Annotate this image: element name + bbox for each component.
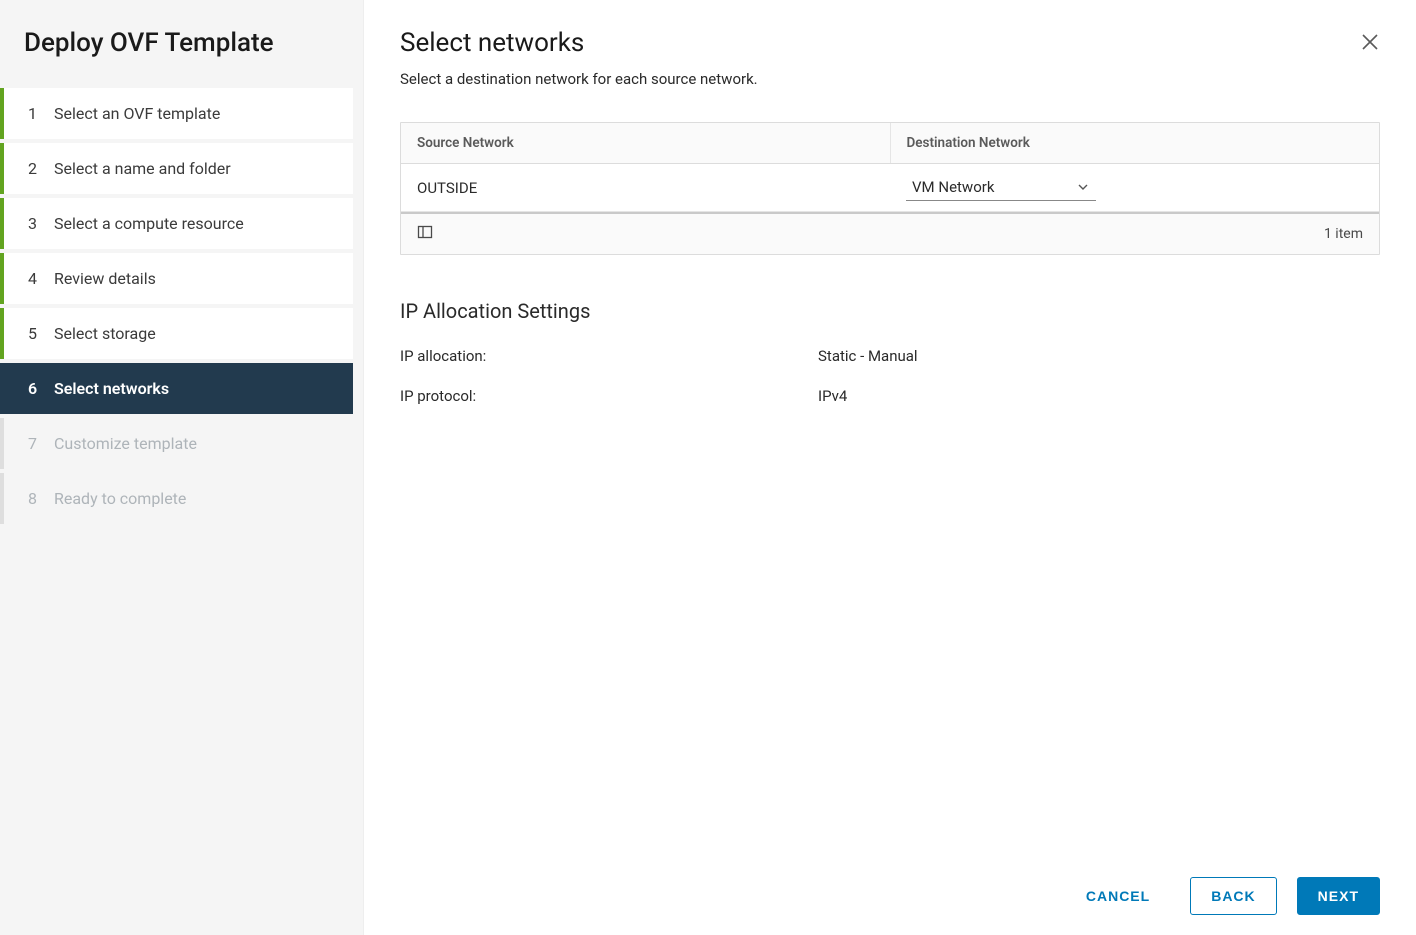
next-button[interactable]: NEXT — [1297, 877, 1380, 915]
cancel-button[interactable]: CANCEL — [1066, 878, 1170, 914]
step-label: Select networks — [54, 379, 169, 398]
step-label: Ready to complete — [54, 489, 186, 508]
destination-network-dropdown[interactable]: VM Network — [906, 174, 1096, 201]
step-label: Select storage — [54, 324, 156, 343]
ip-allocation-value: Static - Manual — [818, 347, 1380, 365]
step-number: 1 — [28, 104, 42, 123]
table-footer: 1 item — [401, 212, 1379, 254]
columns-icon — [417, 225, 433, 244]
step-select-name-folder[interactable]: 2 Select a name and folder — [0, 143, 353, 194]
col-header-source[interactable]: Source Network — [401, 123, 891, 163]
step-number: 6 — [28, 379, 42, 398]
step-number: 3 — [28, 214, 42, 233]
table-header-row: Source Network Destination Network — [401, 123, 1379, 164]
step-customize-template: 7 Customize template — [0, 418, 353, 469]
step-select-compute-resource[interactable]: 3 Select a compute resource — [0, 198, 353, 249]
chevron-down-icon — [1076, 180, 1090, 194]
ip-protocol-row: IP protocol: IPv4 — [400, 387, 1380, 405]
ip-allocation-row: IP allocation: Static - Manual — [400, 347, 1380, 365]
step-number: 8 — [28, 489, 42, 508]
step-label: Select an OVF template — [54, 104, 220, 123]
close-button[interactable] — [1360, 32, 1380, 56]
wizard-content: Select networks Select a destination net… — [364, 0, 1416, 935]
step-label: Review details — [54, 269, 156, 288]
back-button[interactable]: BACK — [1190, 877, 1276, 915]
step-number: 5 — [28, 324, 42, 343]
table-row: OUTSIDE VM Network — [401, 164, 1379, 212]
page-subtitle: Select a destination network for each so… — [400, 70, 1380, 88]
column-picker-button[interactable] — [417, 224, 433, 244]
step-review-details[interactable]: 4 Review details — [0, 253, 353, 304]
step-select-storage[interactable]: 5 Select storage — [0, 308, 353, 359]
step-number: 4 — [28, 269, 42, 288]
page-title: Select networks — [400, 28, 1380, 58]
dropdown-selected-value: VM Network — [912, 178, 994, 196]
ip-allocation-label: IP allocation: — [400, 347, 818, 365]
step-ready-to-complete: 8 Ready to complete — [0, 473, 353, 524]
col-header-destination[interactable]: Destination Network — [891, 123, 1380, 163]
step-label: Select a name and folder — [54, 159, 231, 178]
ip-protocol-value: IPv4 — [818, 387, 1380, 405]
wizard-footer: CANCEL BACK NEXT — [400, 857, 1380, 915]
step-select-networks[interactable]: 6 Select networks — [0, 363, 353, 414]
step-number: 7 — [28, 434, 42, 453]
sidebar-title: Deploy OVF Template — [0, 0, 363, 88]
network-table: Source Network Destination Network OUTSI… — [400, 122, 1380, 255]
step-list: 1 Select an OVF template 2 Select a name… — [0, 88, 363, 524]
wizard-container: Deploy OVF Template 1 Select an OVF temp… — [0, 0, 1416, 935]
ip-allocation-section-title: IP Allocation Settings — [400, 299, 1380, 323]
step-label: Select a compute resource — [54, 214, 244, 233]
step-select-ovf-template[interactable]: 1 Select an OVF template — [0, 88, 353, 139]
ip-protocol-label: IP protocol: — [400, 387, 818, 405]
item-count-label: 1 item — [1324, 226, 1363, 242]
source-network-cell: OUTSIDE — [401, 164, 890, 211]
wizard-sidebar: Deploy OVF Template 1 Select an OVF temp… — [0, 0, 364, 935]
close-icon — [1360, 37, 1380, 56]
step-number: 2 — [28, 159, 42, 178]
step-label: Customize template — [54, 434, 197, 453]
destination-network-cell: VM Network — [890, 164, 1379, 211]
